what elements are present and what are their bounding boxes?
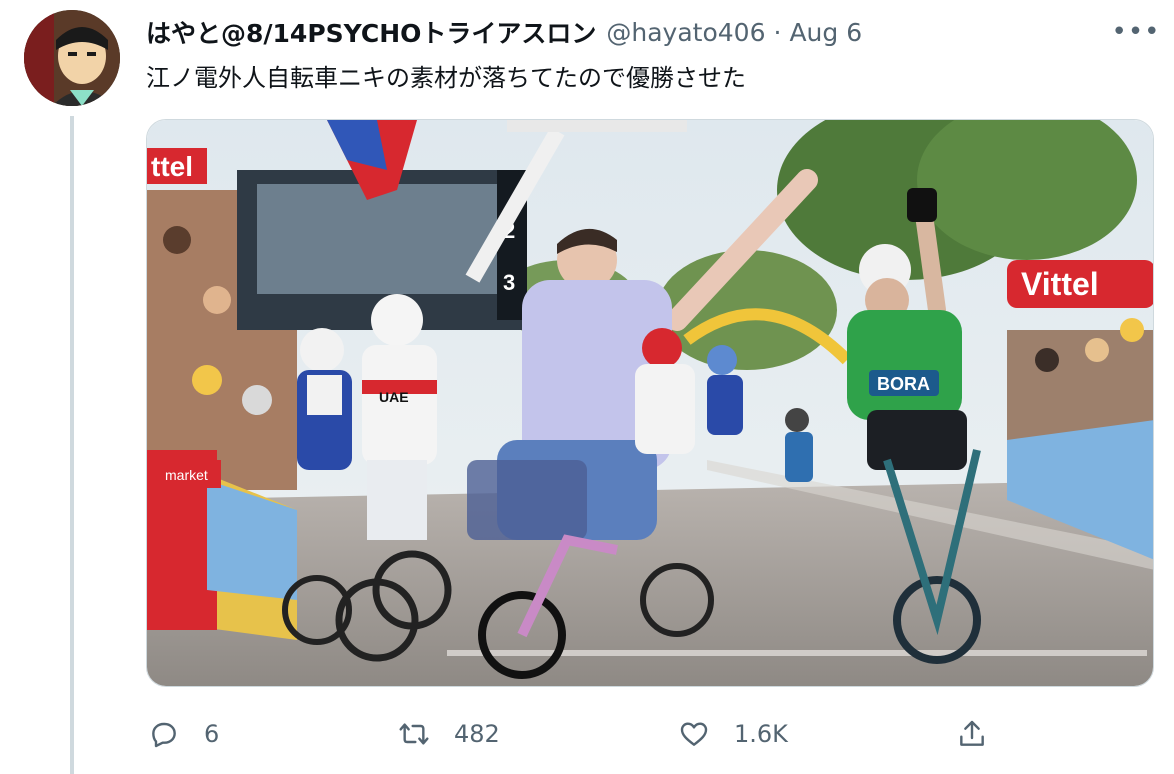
reply-icon [146, 716, 182, 752]
sign-vittel-right: Vittel [1021, 266, 1099, 302]
user-handle[interactable]: @hayato406 [606, 18, 765, 47]
reply-count: 6 [204, 720, 220, 748]
separator-dot: · [773, 17, 782, 47]
avatar[interactable] [24, 10, 120, 106]
display-name[interactable]: はやと@8/14PSYCHOトライアスロン [146, 14, 596, 50]
jersey-uae: UAE [379, 389, 409, 405]
tweet[interactable]: はやと@8/14PSYCHOトライアスロン @hayato406 · Aug 6… [0, 0, 1174, 774]
heart-icon [676, 716, 712, 752]
retweet-button[interactable]: 482 [396, 708, 500, 760]
more-options-button[interactable]: ••• [1111, 14, 1161, 50]
tweet-date[interactable]: Aug 6 [789, 18, 862, 47]
thread-line [70, 116, 74, 774]
retweet-count: 482 [454, 720, 500, 748]
sign-market: market [165, 467, 208, 483]
more-icon: ••• [1111, 17, 1161, 47]
tweet-media-image[interactable]: ttel Vittel Vittel market 2 3 [146, 119, 1154, 687]
tweet-header: はやと@8/14PSYCHOトライアスロン @hayato406 · Aug 6 [146, 14, 862, 50]
jersey-bora: BORA [877, 374, 930, 394]
tweet-text: 江ノ電外人自転車ニキの素材が落ちてたので優勝させた [146, 64, 746, 92]
share-icon [954, 716, 990, 752]
like-button[interactable]: 1.6K [676, 708, 788, 760]
race-photo: ttel Vittel Vittel market 2 3 [147, 120, 1153, 686]
screen-number-3: 3 [503, 270, 515, 295]
reply-button[interactable]: 6 [146, 708, 219, 760]
tweet-actions: 6 482 1.6K [146, 708, 1006, 760]
retweet-icon [396, 716, 432, 752]
sign-vittel-left: ttel [151, 151, 193, 182]
like-count: 1.6K [734, 720, 788, 748]
share-button[interactable] [954, 708, 990, 760]
